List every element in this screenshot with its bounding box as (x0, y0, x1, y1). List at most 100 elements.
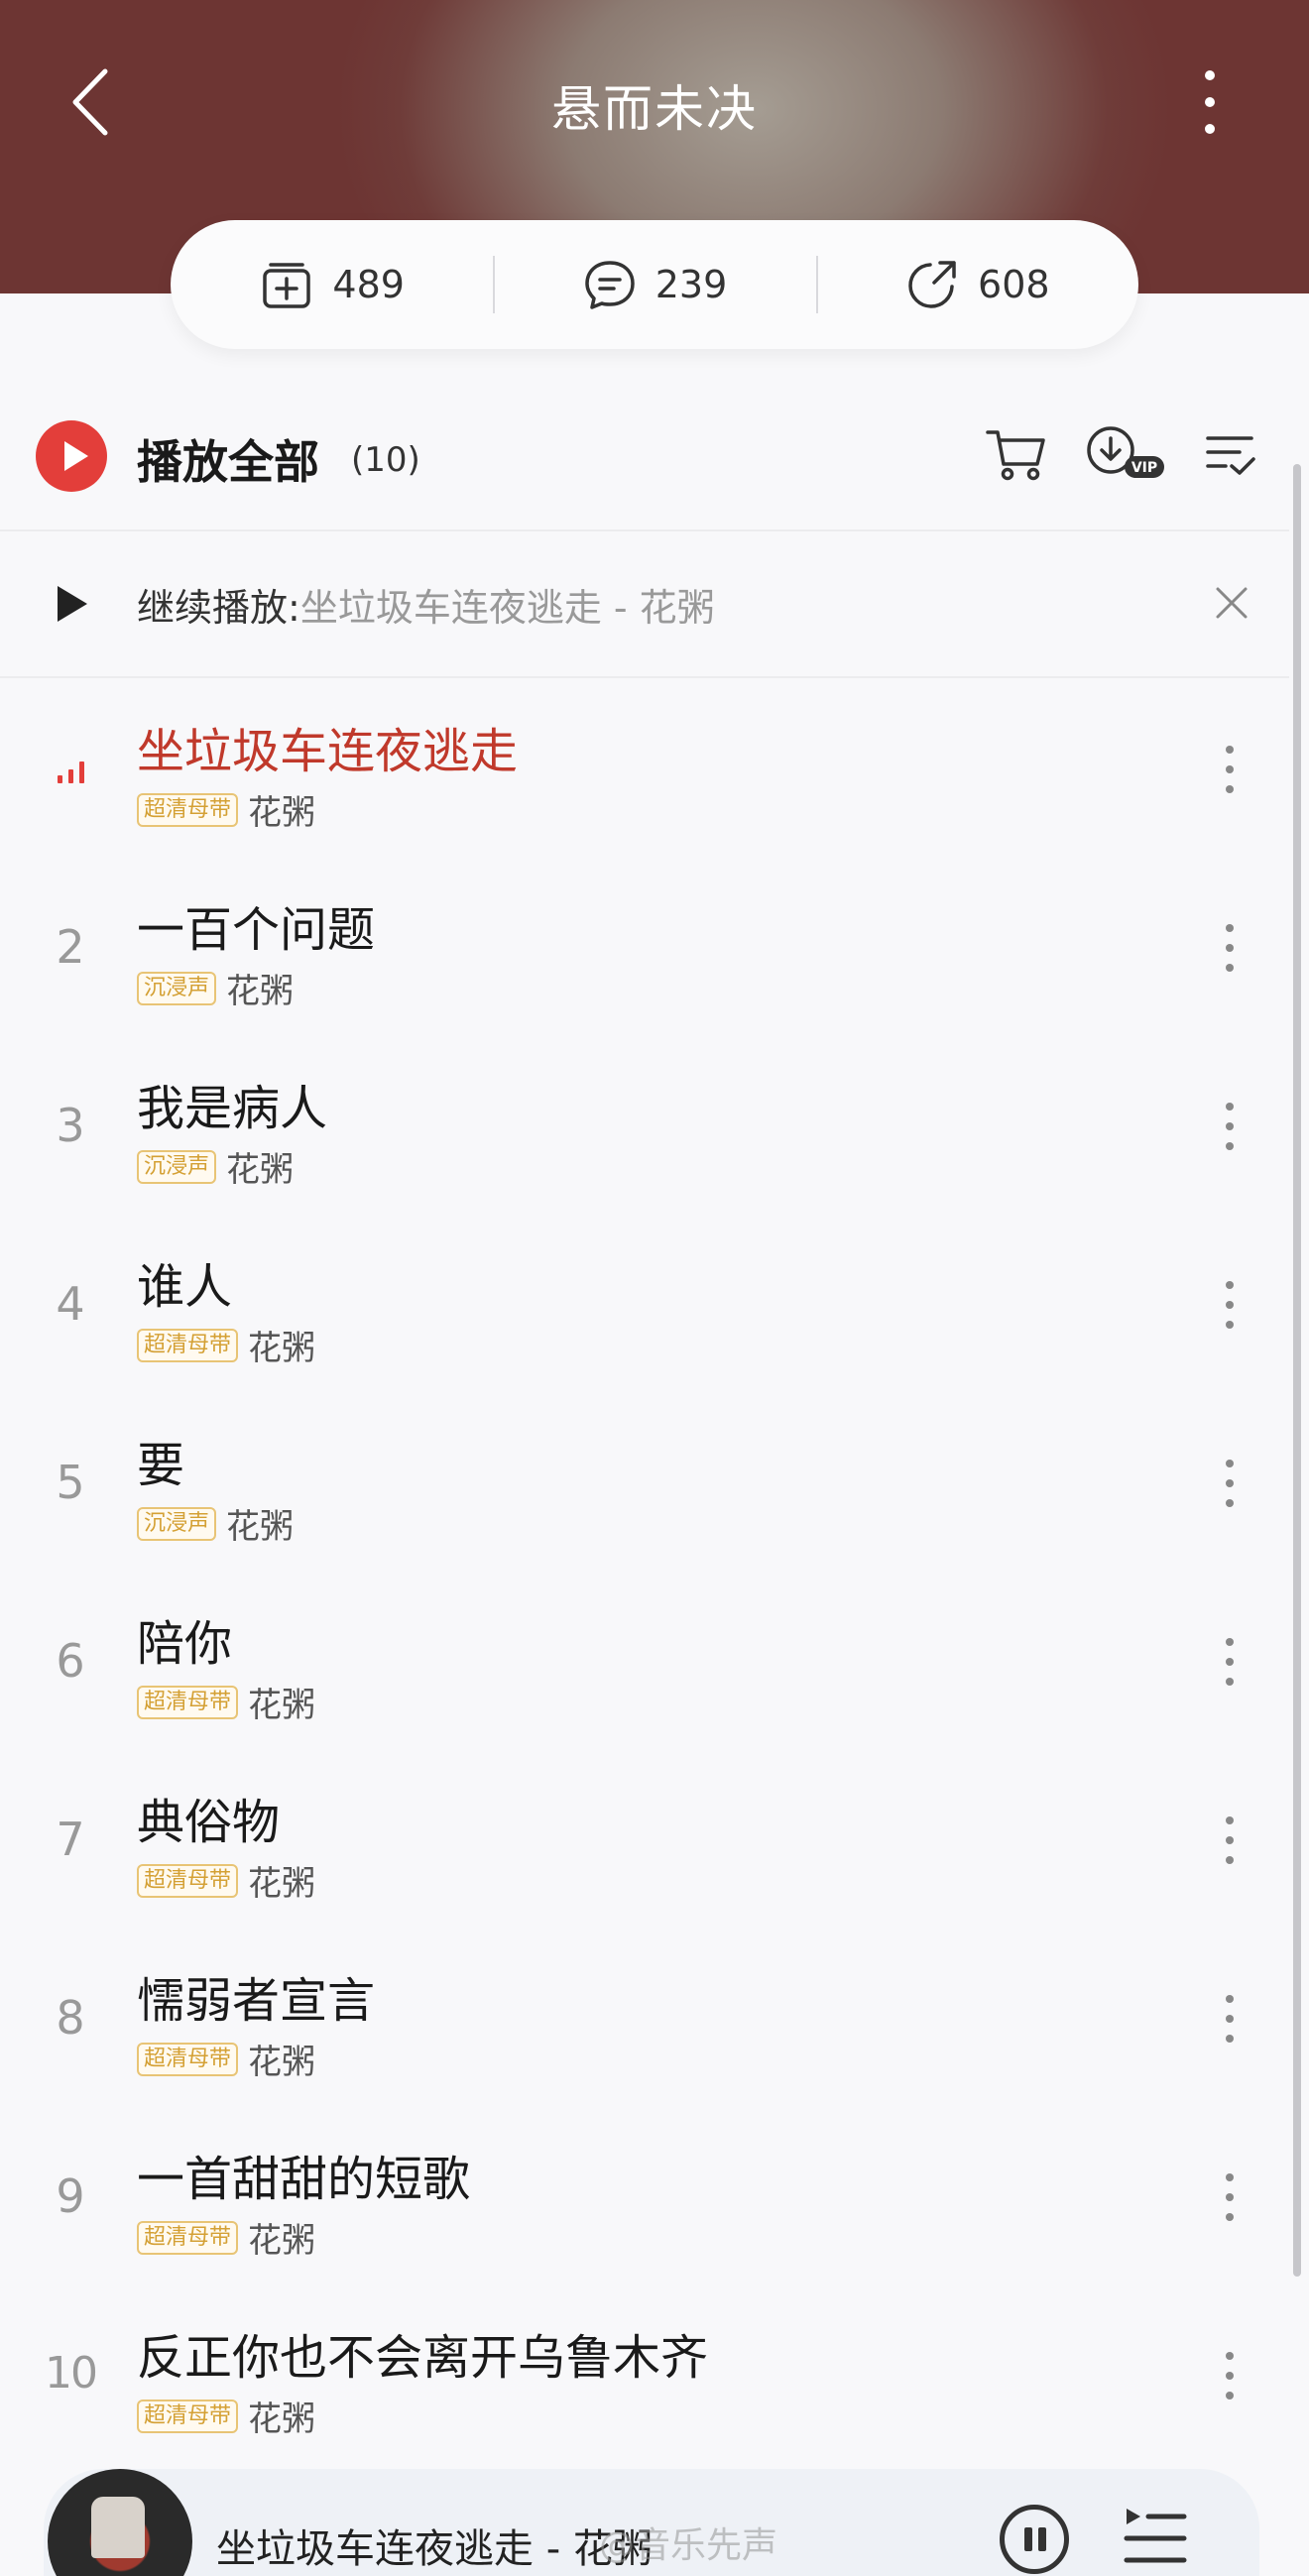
song-title[interactable]: 一首甜甜的短歌 (137, 2140, 470, 2209)
quality-tag: 超清母带 (137, 1685, 239, 1719)
song-row[interactable]: 坐垃圾车连夜逃走 超清母带 花粥 (0, 674, 1289, 853)
song-title[interactable]: 陪你 (137, 1604, 232, 1674)
more-vertical-icon[interactable] (1210, 2346, 1250, 2405)
quality-tag: 超清母带 (137, 1328, 239, 1362)
song-row[interactable]: 2 一百个问题 沉浸声 花粥 (0, 853, 1289, 1031)
song-artist: 花粥 (248, 1864, 316, 1904)
song-row[interactable]: 5要 沉浸声 花粥 (0, 1388, 1289, 1567)
song-meta: 超清母带 花粥 (137, 2035, 315, 2083)
mini-player[interactable]: 坐垃圾车连夜逃走 - 花粥 @音乐先声 (44, 2469, 1259, 2576)
share-button[interactable]: 608 (815, 220, 1138, 349)
song-row[interactable]: 10 反正你也不会离开乌鲁木齐 超清母带 花粥 (0, 2281, 1289, 2459)
add-to-collection-icon (263, 263, 311, 308)
quality-tag: 沉浸声 (137, 1149, 217, 1184)
song-artist: 花粥 (248, 1686, 316, 1725)
song-title[interactable]: 典俗物 (137, 1783, 280, 1852)
quality-tag: 超清母带 (137, 1863, 239, 1898)
play-all-label[interactable]: 播放全部 (137, 426, 319, 492)
comments-button[interactable]: 239 (493, 220, 815, 349)
song-row[interactable]: 7 典俗物 超清母带 花粥 (0, 1745, 1289, 1924)
song-meta: 超清母带 花粥 (137, 1321, 315, 1369)
comment-icon (584, 261, 635, 309)
playlist-queue-icon[interactable] (1121, 2499, 1190, 2576)
song-meta: 超清母带 花粥 (137, 2213, 315, 2262)
more-vertical-icon[interactable] (1210, 1097, 1250, 1156)
scrollbar[interactable] (1293, 464, 1301, 2277)
song-rank: 7 (56, 1813, 85, 1866)
share-icon (908, 261, 956, 308)
resume-label: 继续播放: (137, 586, 300, 630)
song-meta: 沉浸声 花粥 (137, 1142, 294, 1191)
page-title: 悬而未决 (551, 80, 758, 138)
quality-tag: 超清母带 (137, 2220, 239, 2255)
download-vip-icon[interactable]: VIP (1081, 418, 1170, 490)
song-meta: 超清母带 花粥 (137, 1678, 315, 1726)
pause-icon[interactable] (1000, 2505, 1069, 2574)
more-vertical-icon[interactable] (1210, 1811, 1250, 1870)
resume-playback-bar[interactable]: 继续播放:坐垃圾车连夜逃走 - 花粥 (0, 533, 1289, 674)
svg-text:VIP: VIP (1131, 460, 1157, 476)
song-artist: 花粥 (226, 1150, 295, 1190)
song-rank: 6 (56, 1634, 85, 1688)
song-rank: 9 (56, 2169, 85, 2223)
watermark: @音乐先声 (599, 2525, 778, 2566)
now-playing-icon (58, 761, 84, 783)
more-vertical-icon[interactable] (1210, 740, 1250, 799)
play-all-icon[interactable] (36, 420, 107, 492)
quality-tag: 超清母带 (137, 2399, 239, 2433)
song-artist: 花粥 (248, 2400, 316, 2439)
song-title[interactable]: 要 (137, 1426, 184, 1495)
divider (0, 529, 1289, 531)
share-count: 608 (978, 263, 1050, 306)
more-vertical-icon[interactable] (1210, 918, 1250, 978)
song-artist: 花粥 (248, 2043, 316, 2082)
more-vertical-icon[interactable] (1190, 67, 1230, 137)
collect-button[interactable]: 489 (171, 220, 493, 349)
song-rank: 10 (45, 2348, 98, 2399)
song-title[interactable]: 我是病人 (137, 1069, 327, 1138)
song-meta: 沉浸声 花粥 (137, 1499, 294, 1548)
song-rank: 2 (56, 920, 85, 974)
song-artist: 花粥 (226, 1507, 295, 1547)
multi-select-icon[interactable] (1200, 418, 1259, 490)
resume-text: 继续播放:坐垃圾车连夜逃走 - 花粥 (137, 577, 715, 632)
song-title[interactable]: 谁人 (137, 1247, 232, 1317)
close-icon[interactable] (1212, 583, 1251, 623)
song-row[interactable]: 8 懦弱者宣言 超清母带 花粥 (0, 1924, 1289, 2102)
resume-song: 坐垃圾车连夜逃走 - 花粥 (299, 586, 715, 630)
quality-tag: 沉浸声 (137, 1506, 217, 1541)
song-title[interactable]: 一百个问题 (137, 890, 375, 960)
stats-bar: 489 239 608 (171, 220, 1138, 349)
song-row[interactable]: 6 陪你 超清母带 花粥 (0, 1567, 1289, 1745)
resume-play-icon[interactable] (58, 586, 87, 622)
song-meta: 超清母带 花粥 (137, 1856, 315, 1905)
song-title[interactable]: 坐垃圾车连夜逃走 (137, 712, 518, 781)
more-vertical-icon[interactable] (1210, 1454, 1250, 1513)
song-meta: 沉浸声 花粥 (137, 964, 294, 1012)
song-artist: 花粥 (248, 2221, 316, 2261)
more-vertical-icon[interactable] (1210, 1632, 1250, 1692)
more-vertical-icon[interactable] (1210, 1275, 1250, 1335)
song-count: (10) (351, 440, 420, 480)
song-meta: 超清母带 花粥 (137, 2392, 315, 2440)
song-rank: 3 (56, 1099, 85, 1152)
cart-icon[interactable] (982, 418, 1053, 490)
song-meta: 超清母带 花粥 (137, 785, 315, 834)
more-vertical-icon[interactable] (1210, 2167, 1250, 2227)
more-vertical-icon[interactable] (1210, 1989, 1250, 2049)
song-title[interactable]: 反正你也不会离开乌鲁木齐 (137, 2318, 708, 2388)
play-all-bar: 播放全部 (10) VIP (0, 407, 1289, 526)
now-playing-song: 坐垃圾车连夜逃走 - 花粥 (216, 2526, 653, 2572)
song-rank: 5 (56, 1456, 85, 1509)
song-row[interactable]: 3 我是病人 沉浸声 花粥 (0, 1031, 1289, 1210)
song-artist: 花粥 (248, 1329, 316, 1368)
song-artist: 花粥 (226, 972, 295, 1011)
song-rank: 4 (56, 1277, 85, 1331)
song-row[interactable]: 9 一首甜甜的短歌 超清母带 花粥 (0, 2102, 1289, 2281)
song-title[interactable]: 懦弱者宣言 (137, 1961, 375, 2031)
collect-count: 489 (332, 263, 405, 306)
quality-tag: 超清母带 (137, 2042, 239, 2076)
quality-tag: 沉浸声 (137, 971, 217, 1005)
song-row[interactable]: 4 谁人 超清母带 花粥 (0, 1210, 1289, 1388)
album-cover[interactable] (48, 2469, 192, 2576)
